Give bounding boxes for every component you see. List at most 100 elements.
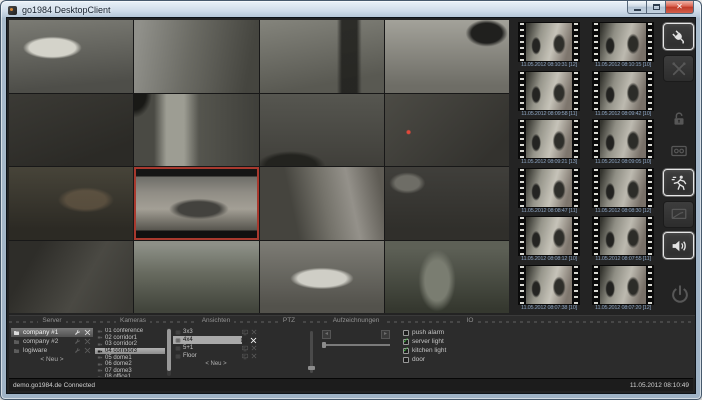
camera-icon (97, 342, 103, 347)
timeline-slider[interactable] (322, 342, 390, 348)
thumbnail-image (600, 265, 646, 304)
camera-tile-4[interactable] (384, 20, 509, 93)
camera-item[interactable]: 06 dome2 (95, 361, 165, 368)
grid-icon (175, 330, 181, 335)
recording-thumbnail[interactable]: 11.05.2012 08:10:31 [12] (517, 22, 581, 71)
open-lock-icon (670, 110, 688, 128)
server-item-company-2[interactable]: company #2 (11, 337, 93, 346)
camera-item-selected[interactable]: 04 corridor3 (95, 347, 165, 355)
camera-tile-16[interactable] (384, 240, 509, 313)
titlebar[interactable]: go1984 DesktopClient ✕ (1, 1, 701, 17)
thumbnail-image (600, 71, 646, 110)
camera-icon (97, 362, 103, 367)
camera-tile-12[interactable] (384, 167, 509, 240)
io-item-kitchen-light[interactable]: ✓ kitchen light (401, 346, 545, 355)
recording-thumbnail[interactable]: 11.05.2012 08:09:21 [13] (517, 119, 581, 168)
delete-icon[interactable] (251, 345, 257, 351)
camera-tile-6[interactable] (134, 93, 259, 166)
checkbox-push-alarm[interactable] (403, 329, 409, 336)
delete-icon[interactable] (250, 337, 257, 344)
audio-button[interactable] (663, 232, 694, 259)
camera-tile-10-selected[interactable] (134, 167, 259, 240)
recording-thumbnail[interactable]: 11.05.2012 08:08:47 [11] (517, 167, 581, 217)
camera-tile-11[interactable] (259, 167, 384, 240)
camera-item[interactable]: 08 office1 (95, 374, 165, 377)
camera-tile-8[interactable] (384, 93, 509, 166)
io-item-push-alarm[interactable]: push alarm (401, 328, 545, 337)
camera-tile-14[interactable] (134, 240, 259, 313)
configure-icon[interactable] (74, 347, 81, 354)
filmstrip-frame (592, 70, 654, 111)
thumbnail-image (526, 168, 572, 207)
remove-icon[interactable] (84, 329, 91, 336)
camera-tile-15[interactable] (259, 240, 384, 313)
camera-item[interactable]: 03 corridor2 (95, 341, 165, 348)
camera-label: 08 office1 (105, 374, 131, 377)
recording-thumbnail[interactable]: 11.05.2012 08:07:55 [11] (591, 216, 655, 265)
ptz-zoom-slider[interactable] (308, 331, 315, 373)
camera-tile-7[interactable] (259, 93, 384, 166)
io-item-server-light[interactable]: ✓ server light (401, 337, 545, 346)
camera-item[interactable]: 07 dome3 (95, 368, 165, 375)
close-button[interactable]: ✕ (665, 1, 694, 14)
camera-tile-13[interactable] (9, 240, 134, 313)
screen-button[interactable] (663, 201, 694, 228)
camera-tile-1[interactable] (9, 20, 134, 93)
delete-icon[interactable] (251, 329, 257, 335)
thumbnail-image (526, 71, 572, 110)
camera-item[interactable]: 01 conference (95, 328, 165, 335)
filmstrip-frame (592, 22, 654, 62)
server-item-company-1[interactable]: company #1 (11, 328, 93, 337)
checkbox-door[interactable] (403, 356, 409, 363)
camera-item[interactable]: 02 corridor1 (95, 335, 165, 342)
connect-button[interactable] (663, 23, 694, 50)
remove-icon[interactable] (84, 338, 91, 345)
io-item-door[interactable]: door (401, 355, 545, 364)
camera-tile-5[interactable] (9, 93, 134, 166)
checkbox-server-light[interactable]: ✓ (403, 337, 409, 345)
minimize-button[interactable] (627, 1, 646, 14)
setup-button[interactable] (663, 55, 694, 82)
recording-thumbnail[interactable]: 11.05.2012 08:10:15 [10] (591, 22, 655, 71)
remove-icon[interactable] (84, 347, 91, 354)
power-button[interactable] (663, 278, 696, 311)
recording-thumbnail[interactable]: 11.05.2012 08:09:58 [11] (517, 70, 581, 120)
camera-tile-9[interactable] (9, 167, 134, 240)
camera-tile-3[interactable] (259, 20, 384, 93)
recording-thumbnail[interactable]: 11.05.2012 08:07:20 [12] (591, 264, 655, 314)
server-item-new[interactable]: < Neu > (11, 355, 93, 364)
recordings-button[interactable] (663, 137, 694, 164)
app-window: go1984 DesktopClient ✕ 11.05.2012 08:10:… (0, 0, 702, 400)
configure-icon[interactable] (74, 338, 81, 345)
view-item-new[interactable]: < Neu > (173, 360, 259, 368)
maximize-button[interactable] (646, 1, 665, 14)
recording-thumbnail[interactable]: 11.05.2012 08:08:30 [12] (591, 167, 655, 217)
io-label: server light (412, 338, 444, 345)
recording-thumbnail[interactable]: 11.05.2012 08:09:42 [10] (591, 70, 655, 120)
camera-icon (97, 368, 103, 373)
view-item[interactable]: 3x3 (173, 328, 259, 336)
camera-list-scrollbar[interactable] (167, 328, 171, 376)
next-recording-button[interactable]: ▸ (381, 330, 390, 339)
camera-item[interactable]: 05 dome1 (95, 354, 165, 361)
running-man-icon (670, 174, 688, 192)
section-header: PTZ (261, 317, 317, 325)
recording-thumbnail[interactable]: 11.05.2012 08:08:12 [10] (517, 216, 581, 265)
recording-thumbnail[interactable]: 11.05.2012 08:07:38 [10] (517, 264, 581, 314)
section-ansichten: Ansichten 3x3 4x4 5+1 Floor < Neu > (173, 316, 259, 378)
checkbox-kitchen-light[interactable]: ✓ (403, 346, 409, 354)
view-item-selected[interactable]: 4x4 (173, 336, 259, 344)
view-item[interactable]: 5+1 (173, 344, 259, 352)
configure-icon[interactable] (74, 329, 81, 336)
motion-button[interactable] (663, 169, 694, 196)
delete-icon[interactable] (251, 353, 257, 359)
camera-icon (97, 355, 103, 360)
camera-tile-2[interactable] (134, 20, 259, 93)
server-item-logiware[interactable]: logiware (11, 346, 93, 355)
prev-recording-button[interactable]: ◂ (322, 330, 331, 339)
recording-thumbnail[interactable]: 11.05.2012 08:09:05 [10] (591, 119, 655, 168)
thumbnail-timestamp: 11.05.2012 08:08:12 [10] (521, 256, 577, 263)
lock-button[interactable] (663, 105, 694, 132)
view-item[interactable]: Floor (173, 352, 259, 360)
thumbnail-image (526, 120, 572, 159)
